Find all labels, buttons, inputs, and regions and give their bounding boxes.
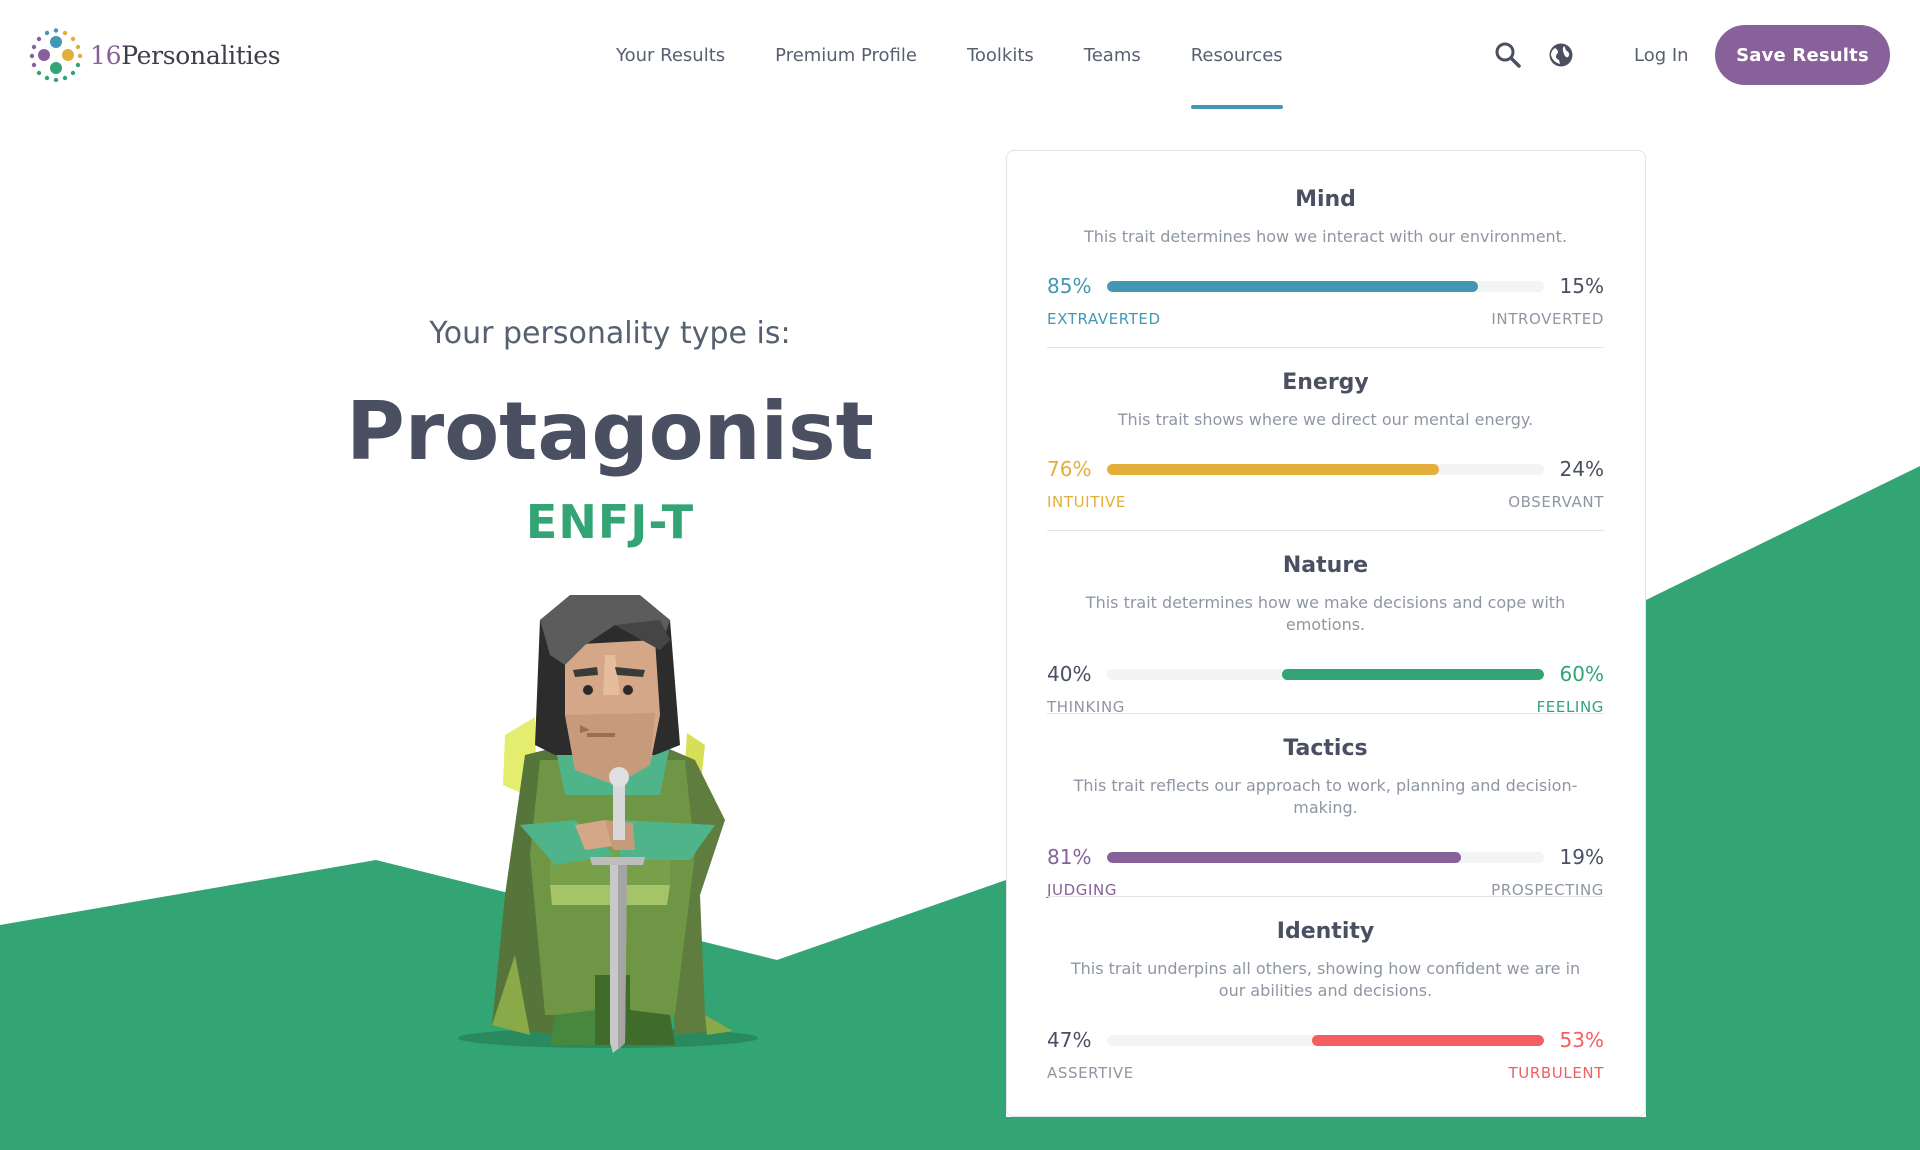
login-link[interactable]: Log In (1634, 0, 1689, 110)
trait-energy: Energy This trait shows where we direct … (1047, 370, 1604, 513)
trait-labels: JUDGING PROSPECTING (1047, 881, 1604, 901)
trait-description: This trait underpins all others, showing… (1070, 959, 1581, 1000)
trait-description: This trait shows where we direct our men… (1117, 410, 1534, 429)
trait-right-percent: 24% (1559, 457, 1604, 481)
brand-name: 16Personalities (90, 40, 281, 70)
trait-right-percent: 60% (1559, 662, 1604, 686)
globe-icon[interactable] (1547, 41, 1575, 69)
trait-bar-row: 81% 19% (1047, 843, 1604, 871)
trait-left-percent: 76% (1047, 457, 1092, 481)
trait-labels: THINKING FEELING (1047, 698, 1604, 718)
trait-bar-row: 76% 24% (1047, 455, 1604, 483)
trait-right-label: TURBULENT (1508, 1064, 1604, 1082)
trait-bar-row: 47% 53% (1047, 1026, 1604, 1054)
trait-bar-track (1107, 1035, 1544, 1046)
nav-premium-profile[interactable]: Premium Profile (775, 0, 917, 110)
personality-type-code: ENFJ-T (525, 495, 695, 549)
trait-labels: EXTRAVERTED INTROVERTED (1047, 310, 1604, 330)
save-results-button[interactable]: Save Results (1715, 25, 1890, 85)
trait-bar-track (1107, 464, 1544, 475)
trait-name: Identity (1276, 919, 1375, 944)
trait-divider (1047, 530, 1604, 531)
trait-bar-track (1107, 852, 1544, 863)
trait-left-label: ASSERTIVE (1047, 1064, 1134, 1082)
trait-right-percent: 19% (1559, 845, 1604, 869)
nav-resources[interactable]: Resources (1190, 0, 1283, 110)
trait-left-percent: 47% (1047, 1028, 1092, 1052)
trait-divider (1047, 896, 1604, 897)
trait-bar-row: 85% 15% (1047, 272, 1604, 300)
logo-dots-icon (29, 28, 83, 82)
trait-description: This trait reflects our approach to work… (1073, 776, 1578, 817)
trait-name: Tactics (1283, 736, 1368, 761)
trait-name: Energy (1282, 370, 1369, 395)
trait-nature: Nature This trait determines how we make… (1047, 553, 1604, 718)
trait-mind: Mind This trait determines how we intera… (1047, 187, 1604, 330)
nav-your-results[interactable]: Your Results (616, 0, 725, 110)
trait-bar-fill (1107, 852, 1461, 863)
trait-right-label: OBSERVANT (1508, 493, 1604, 511)
trait-divider (1047, 713, 1604, 714)
trait-left-percent: 81% (1047, 845, 1092, 869)
site-header: 16Personalities Your Results Premium Pro… (0, 0, 1920, 110)
trait-bar-track (1107, 281, 1544, 292)
traits-list: Mind This trait determines how we intera… (1006, 150, 1646, 1117)
trait-description: This trait determines how we interact wi… (1083, 227, 1568, 246)
trait-bar-fill (1312, 1035, 1544, 1046)
search-icon[interactable] (1494, 41, 1522, 69)
main-nav: Your Results Premium Profile Toolkits Te… (616, 0, 1333, 110)
trait-bar-fill (1107, 464, 1440, 475)
brand-logo[interactable]: 16Personalities (29, 27, 281, 83)
protagonist-avatar-illustration (458, 595, 758, 1053)
trait-labels: INTUITIVE OBSERVANT (1047, 493, 1604, 513)
trait-tactics: Tactics This trait reflects our approach… (1047, 736, 1604, 901)
personality-type-name: Protagonist (346, 385, 874, 478)
trait-description: This trait determines how we make decisi… (1085, 593, 1566, 634)
trait-identity: Identity This trait underpins all others… (1047, 919, 1604, 1084)
trait-bar-fill (1281, 669, 1544, 680)
trait-bar-fill (1107, 281, 1479, 292)
trait-labels: ASSERTIVE TURBULENT (1047, 1064, 1604, 1084)
trait-name: Mind (1295, 187, 1356, 212)
trait-left-percent: 85% (1047, 274, 1092, 298)
trait-name: Nature (1282, 553, 1369, 578)
trait-bar-row: 40% 60% (1047, 660, 1604, 688)
trait-divider (1047, 347, 1604, 348)
trait-right-percent: 53% (1559, 1028, 1604, 1052)
trait-bar-track (1107, 669, 1544, 680)
hero-subtitle: Your personality type is: (429, 316, 791, 351)
nav-toolkits[interactable]: Toolkits (967, 0, 1034, 110)
trait-right-label: INTROVERTED (1491, 310, 1604, 328)
trait-right-percent: 15% (1559, 274, 1604, 298)
trait-left-percent: 40% (1047, 662, 1092, 686)
nav-teams[interactable]: Teams (1084, 0, 1141, 110)
trait-left-label: EXTRAVERTED (1047, 310, 1161, 328)
trait-left-label: INTUITIVE (1047, 493, 1126, 511)
